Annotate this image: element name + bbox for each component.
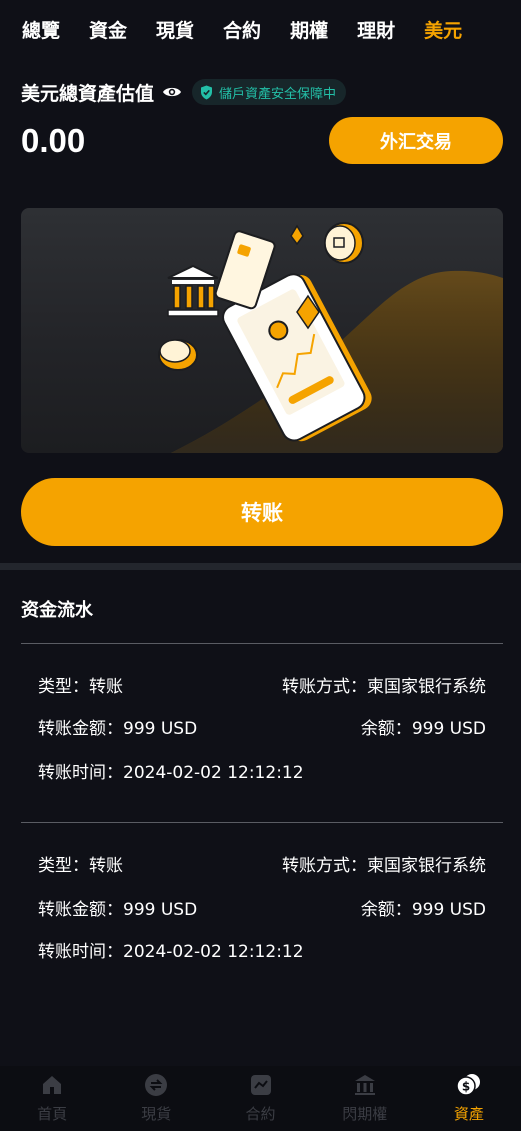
nav-options[interactable]: 閃期權 [313,1066,417,1131]
record-time-value: 2024-02-02 12:12:12 [123,762,304,783]
flow-record: 类型：转账 转账方式：柬国家银行系统 转账金额：999 USD 余额：999 U… [21,822,503,1000]
shield-check-icon [201,85,213,99]
record-amount-value: 999 USD [123,718,198,739]
tab-spot[interactable]: 現貨 [156,16,194,43]
contract-icon [250,1075,271,1095]
record-time-value: 2024-02-02 12:12:12 [123,941,304,962]
nav-spot[interactable]: 現貨 [104,1066,208,1131]
nav-home-label: 首頁 [37,1105,68,1123]
record-row-time: 转账时间：2024-02-02 12:12:12 [38,758,486,783]
record-time: 转账时间：2024-02-02 12:12:12 [38,758,304,783]
security-badge-text: 儲戶資產安全保障中 [219,86,337,102]
asset-header: 美元總資產估值 儲戶資產安全保障中 [21,78,347,106]
record-balance: 余额：999 USD [361,895,486,920]
record-row-type: 类型：转账 转账方式：柬国家银行系统 [38,851,486,876]
record-time-label: 转账时间： [38,762,123,783]
record-balance-value: 999 USD [411,718,486,739]
bank-icon [354,1075,375,1095]
record-type-label: 类型： [38,855,89,876]
nav-assets[interactable]: $ 資產 [417,1066,521,1131]
balance-value: 0.00 [21,122,86,159]
record-row-amount: 转账金额：999 USD 余额：999 USD [38,895,486,920]
record-time: 转账时间：2024-02-02 12:12:12 [38,937,304,962]
record-type: 类型：转账 [38,672,123,697]
record-row-type: 类型：转账 转账方式：柬国家银行系统 [38,672,486,697]
section-divider [0,563,521,570]
record-amount-label: 转账金额： [38,899,123,920]
promo-banner [21,208,503,453]
record-type-value: 转账 [89,676,123,697]
tab-options[interactable]: 期權 [290,16,328,43]
record-balance-label: 余额： [360,718,412,739]
record-method-value: 柬国家银行系统 [367,855,486,876]
nav-home[interactable]: 首頁 [0,1066,104,1131]
record-amount: 转账金额：999 USD [38,714,197,739]
fx-trade-button[interactable]: 外汇交易 [329,117,503,164]
eye-icon[interactable] [162,85,182,99]
nav-options-label: 閃期權 [342,1105,388,1123]
tab-finance[interactable]: 理財 [357,16,395,43]
asset-title: 美元總資產估值 [21,82,155,105]
record-type-value: 转账 [89,855,123,876]
bottom-nav: 首頁 現貨 合約 閃期權 $ 資產 [0,1066,521,1131]
record-balance-value: 999 USD [411,899,486,920]
coins-icon: $ [456,1074,480,1096]
top-tabs: 總覽 資金 現貨 合約 期權 理財 美元 [0,0,521,58]
security-badge: 儲戶資產安全保障中 [192,79,347,105]
flow-title: 资金流水 [21,600,93,621]
swap-icon [145,1074,168,1096]
record-row-amount: 转账金额：999 USD 余额：999 USD [38,714,486,739]
tab-funds[interactable]: 資金 [89,16,127,43]
tab-contract[interactable]: 合約 [223,16,261,43]
svg-text:$: $ [462,1080,470,1094]
flow-record: 类型：转账 转账方式：柬国家银行系统 转账金额：999 USD 余额：999 U… [21,643,503,821]
record-amount-label: 转账金额： [38,718,123,739]
record-amount: 转账金额：999 USD [38,895,197,920]
record-amount-value: 999 USD [123,899,198,920]
record-balance-label: 余额： [360,899,412,920]
record-method: 转账方式：柬国家银行系统 [282,851,486,876]
record-method-label: 转账方式： [282,855,367,876]
nav-assets-label: 資產 [453,1105,484,1123]
nav-spot-label: 現貨 [141,1105,172,1123]
record-method-label: 转账方式： [282,676,367,697]
nav-contract[interactable]: 合約 [208,1066,312,1131]
tab-overview[interactable]: 總覽 [22,16,60,43]
record-balance: 余额：999 USD [361,714,486,739]
wallet-illustration [158,222,503,453]
record-type: 类型：转账 [38,851,123,876]
nav-contract-label: 合約 [245,1105,276,1123]
tab-usd[interactable]: 美元 [424,16,462,43]
record-method-value: 柬国家银行系统 [367,676,486,697]
transfer-button[interactable]: 转账 [21,478,503,546]
record-type-label: 类型： [38,676,89,697]
record-time-label: 转账时间： [38,941,123,962]
home-icon [43,1076,62,1094]
record-row-time: 转账时间：2024-02-02 12:12:12 [38,937,486,962]
record-method: 转账方式：柬国家银行系统 [282,672,486,697]
